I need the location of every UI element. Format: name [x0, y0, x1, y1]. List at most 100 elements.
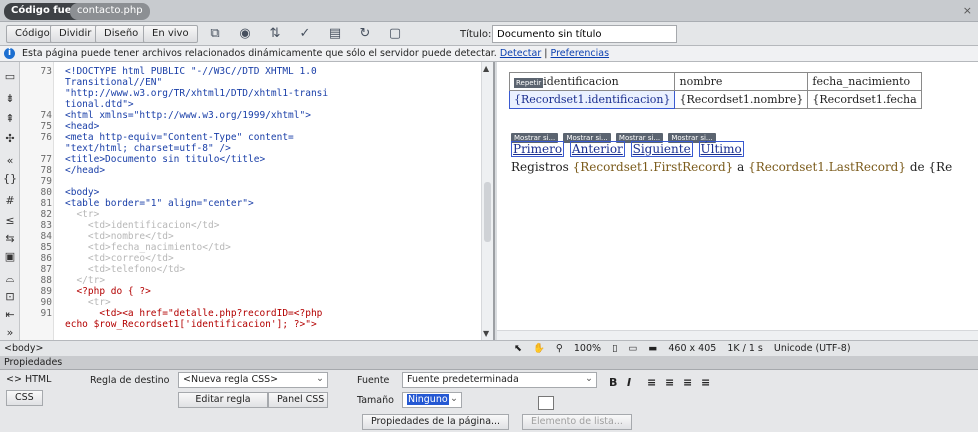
design-view-button[interactable]: Diseño — [95, 25, 148, 43]
code-line[interactable]: echo $row_Recordset1['identificacion']; … — [65, 319, 317, 330]
code-scroll-thumb[interactable] — [484, 182, 491, 242]
size-select[interactable]: Ninguno ⌄ — [402, 392, 462, 408]
collapse-tag-icon[interactable]: ⇟ — [3, 92, 17, 106]
table-cell[interactable]: nombre — [674, 72, 809, 91]
code-line[interactable]: <td>telefono</td> — [65, 264, 185, 275]
code-line[interactable]: <title>Documento sin titulo</title> — [65, 154, 265, 165]
code-line[interactable]: <table border="1" align="center"> — [65, 198, 254, 209]
align-center-icon[interactable]: ≡ — [665, 376, 674, 389]
first-link[interactable]: Primero — [511, 141, 565, 157]
wrap-tag-icon[interactable]: ⊡ — [3, 290, 17, 304]
code-line[interactable]: <body> — [65, 187, 99, 198]
code-vertical-scrollbar[interactable]: ▲ ▼ — [481, 62, 493, 340]
syntax-error-icon[interactable]: ⇆ — [3, 232, 17, 246]
zoom-level[interactable]: 100% — [574, 343, 601, 354]
highlight-invalid-icon[interactable]: ≤ — [3, 214, 17, 228]
code-line[interactable]: <td>nombre</td> — [65, 231, 174, 242]
code-line[interactable]: "text/html; charset=utf-8" /> — [65, 143, 231, 154]
recordset-field[interactable]: {Recordset1.nombre} — [674, 90, 809, 109]
bold-icon[interactable]: B — [609, 376, 617, 389]
document-title-input[interactable] — [492, 25, 677, 43]
color-picker[interactable] — [538, 396, 554, 410]
table-cell[interactable]: fecha_nacimiento — [807, 72, 922, 91]
last-record-field[interactable]: {Recordset1.LastRecord} — [748, 160, 906, 174]
expand-all-icon[interactable]: ✣ — [3, 132, 17, 146]
code-line[interactable]: <html xmlns="http://www.w3.org/1999/xhtm… — [65, 110, 311, 121]
code-line[interactable]: </tr> — [65, 275, 105, 286]
mobile-size-icon[interactable]: ▯ — [612, 343, 617, 354]
code-line[interactable]: </head> — [65, 165, 105, 176]
tablet-size-icon[interactable]: ▭ — [628, 343, 637, 354]
balance-braces-icon[interactable]: {} — [3, 172, 17, 186]
edit-rule-button[interactable]: Editar regla — [178, 392, 268, 408]
last-link[interactable]: Último — [698, 141, 744, 157]
validate-icon[interactable]: ✓ — [295, 25, 315, 43]
split-view-button[interactable]: Dividir — [50, 25, 101, 43]
code-line[interactable]: <tr> — [65, 209, 99, 220]
properties-title: Propiedades — [4, 357, 63, 368]
code-line[interactable]: <?php do { ?> — [65, 286, 150, 297]
visual-aids-icon[interactable]: ▤ — [325, 25, 345, 43]
recordset-field[interactable]: {Recordset1.fecha — [807, 90, 922, 109]
design-view[interactable]: Repetir identificacion nombre fecha_nacim… — [497, 62, 978, 340]
tag-selector[interactable]: <body> — [4, 343, 43, 354]
indent-code-icon[interactable]: ⇤ — [3, 308, 17, 322]
css-mode-button[interactable]: CSS — [6, 390, 43, 406]
code-line[interactable]: <head> — [65, 121, 99, 132]
multiscreen-icon[interactable]: ⧉ — [205, 25, 225, 43]
select-parent-tag-icon[interactable]: « — [3, 154, 17, 168]
scroll-down-icon[interactable]: ▼ — [483, 329, 489, 338]
scroll-up-icon[interactable]: ▲ — [483, 64, 489, 73]
check-browser-icon[interactable]: ▢ — [385, 25, 405, 43]
file-management-icon[interactable]: ⇅ — [265, 25, 285, 43]
line-number: 89 — [40, 286, 52, 297]
previous-link[interactable]: Anterior — [569, 141, 625, 157]
page-properties-button[interactable]: Propiedades de la página... — [362, 414, 510, 430]
refresh-design-icon[interactable]: ↻ — [355, 25, 375, 43]
code-line[interactable]: <td><a href="detalle.php?recordID=<?php — [65, 308, 322, 319]
related-file-tab[interactable]: contacto.php — [70, 3, 150, 20]
code-line[interactable]: <!DOCTYPE html PUBLIC "-//W3C//DTD XHTML… — [65, 66, 317, 77]
zoom-tool-icon[interactable]: ⚲ — [556, 343, 563, 354]
desktop-size-icon[interactable]: ▬ — [648, 343, 657, 354]
preferences-link[interactable]: Preferencias — [551, 48, 610, 59]
code-line[interactable]: <td>fecha_nacimiento</td> — [65, 242, 231, 253]
detect-link[interactable]: Detectar — [500, 48, 541, 59]
target-rule-select[interactable]: <Nueva regla CSS> ⌄ — [178, 372, 328, 388]
align-right-icon[interactable]: ≡ — [683, 376, 692, 389]
open-documents-icon[interactable]: ▭ — [3, 70, 17, 84]
code-line[interactable]: <td>identificacion</td> — [65, 220, 220, 231]
preview-browser-icon[interactable]: ◉ — [235, 25, 255, 43]
design-horizontal-scrollbar[interactable] — [497, 330, 978, 340]
window-size[interactable]: 460 x 405 — [668, 343, 716, 354]
html-mode-button[interactable]: <> HTML — [6, 374, 51, 385]
more-tools-icon[interactable]: » — [3, 326, 17, 340]
css-panel-button[interactable]: Panel CSS — [268, 392, 328, 408]
code-line[interactable]: <td>correo</td> — [65, 253, 174, 264]
table-cell[interactable]: Repetir identificacion — [508, 72, 676, 91]
code-line[interactable]: <meta http-equiv="Content-Type" content= — [65, 132, 294, 143]
apply-comment-icon[interactable]: ▣ — [3, 250, 17, 264]
design-table[interactable]: Repetir identificacion nombre fecha_nacim… — [508, 72, 922, 109]
code-line[interactable]: tional.dtd"> — [65, 99, 134, 110]
font-select[interactable]: Fuente predeterminada ⌄ — [402, 372, 597, 388]
justify-icon[interactable]: ≡ — [701, 376, 710, 389]
italic-icon[interactable]: I — [627, 376, 631, 389]
code-line[interactable]: "http://www.w3.org/TR/xhtml1/DTD/xhtml1-… — [65, 88, 328, 99]
select-tool-icon[interactable]: ⬉ — [514, 343, 522, 354]
code-editor[interactable]: 73 74 75 76 77 78 79 80 81 82 83 84 85 86 87 88 89 90 91 <… — [20, 62, 495, 340]
line-number — [20, 99, 52, 110]
close-icon[interactable]: × — [963, 4, 972, 17]
collapse-selection-icon[interactable]: ⇞ — [3, 112, 17, 126]
live-view-button[interactable]: En vivo — [143, 25, 198, 43]
next-link[interactable]: Siguiente — [630, 141, 693, 157]
recordset-field[interactable]: {Recordset1.identificacion} — [508, 90, 676, 109]
code-line[interactable]: <tr> — [65, 297, 111, 308]
first-record-field[interactable]: {Recordset1.FirstRecord} — [573, 160, 734, 174]
remove-comment-icon[interactable]: ⌓ — [3, 272, 17, 286]
status-bar: <body> ⬉ ✋ ⚲ 100% ▯ ▭ ▬ 460 x 405 1K / 1… — [0, 340, 978, 356]
code-line[interactable]: Transitional//EN" — [65, 77, 162, 88]
line-numbers-icon[interactable]: # — [3, 194, 17, 208]
hand-tool-icon[interactable]: ✋ — [533, 343, 545, 354]
align-left-icon[interactable]: ≡ — [647, 376, 656, 389]
